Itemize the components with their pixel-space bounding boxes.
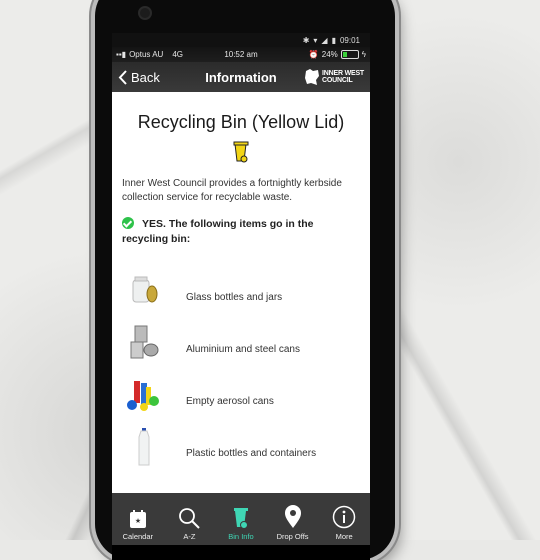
- signal-icon: ◢: [321, 35, 328, 45]
- tab-bin-info[interactable]: Bin Info: [215, 493, 267, 545]
- yellow-bin-icon: [233, 141, 249, 163]
- list-item: Empty aerosol cans: [122, 363, 360, 415]
- phone-screen: ✱ ▾ ◢ ▮ 09:01 ▪▪▮ Optus AU 4G 10:52 am ⏰…: [112, 33, 370, 560]
- back-button[interactable]: Back: [112, 70, 160, 85]
- search-icon: [179, 508, 201, 529]
- bluetooth-icon: ✱: [302, 35, 310, 45]
- tab-a-z[interactable]: A-Z: [164, 493, 216, 545]
- item-label: Glass bottles and jars: [186, 292, 283, 303]
- android-status-bar: ✱ ▾ ◢ ▮ 09:01: [112, 33, 370, 47]
- location-pin-icon: [284, 505, 301, 528]
- recycling-list: Glass bottles and jars Aluminium and ste…: [122, 259, 360, 467]
- back-label: Back: [131, 69, 160, 85]
- android-time: 09:01: [339, 35, 360, 45]
- battery-indicator: [340, 50, 359, 59]
- logo-line-1: INNER WEST: [322, 70, 364, 77]
- svg-text:★: ★: [135, 517, 141, 525]
- tab-more[interactable]: More: [318, 493, 370, 545]
- navigation-bar: Back Information INNER WEST COUNCIL: [112, 62, 370, 92]
- council-map-icon: [305, 69, 320, 85]
- info-icon: [332, 505, 356, 529]
- item-label: Plastic bottles and containers: [186, 448, 317, 459]
- tab-bar: ★ Calendar A-Z Bin Info Drop Offs More: [112, 493, 370, 545]
- battery-icon: ▮: [331, 35, 336, 45]
- ios-time: 10:52 am: [224, 50, 258, 59]
- tab-calendar[interactable]: ★ Calendar: [112, 493, 164, 545]
- cans-icon: [122, 323, 166, 363]
- bin-heading: Recycling Bin (Yellow Lid): [137, 112, 345, 132]
- item-label: Aluminium and steel cans: [186, 344, 300, 355]
- chevron-left-icon: [118, 69, 127, 85]
- council-logo: INNER WEST COUNCIL: [304, 68, 370, 86]
- content-area: Recycling Bin (Yellow Lid) Inner West Co…: [112, 92, 370, 493]
- yes-heading: YES. The following items go in the recyc…: [122, 217, 360, 247]
- glass-jar-icon: [122, 271, 166, 311]
- plastic-bottle-icon: [122, 427, 166, 467]
- tab-drop-offs[interactable]: Drop Offs: [267, 493, 319, 545]
- calendar-icon: ★: [129, 510, 146, 528]
- list-item: Aluminium and steel cans: [122, 311, 360, 363]
- wifi-icon: ▾: [313, 35, 318, 45]
- ios-status-bar: ▪▪▮ Optus AU 4G 10:52 am ⏰ 24% ϟ: [112, 47, 370, 62]
- bin-icon: [233, 508, 248, 529]
- item-label: Empty aerosol cans: [186, 396, 274, 407]
- list-item: Plastic bottles and containers: [122, 415, 360, 467]
- yes-text: YES. The following items go in the recyc…: [122, 218, 314, 245]
- list-item: Glass bottles and jars: [122, 259, 360, 311]
- phone-device: ✱ ▾ ◢ ▮ 09:01 ▪▪▮ Optus AU 4G 10:52 am ⏰…: [95, 0, 395, 560]
- logo-line-2: COUNCIL: [322, 77, 353, 84]
- description: Inner West Council provides a fortnightl…: [122, 178, 342, 203]
- front-camera: [138, 6, 152, 20]
- aerosol-icon: [122, 375, 166, 415]
- check-icon: [122, 217, 134, 229]
